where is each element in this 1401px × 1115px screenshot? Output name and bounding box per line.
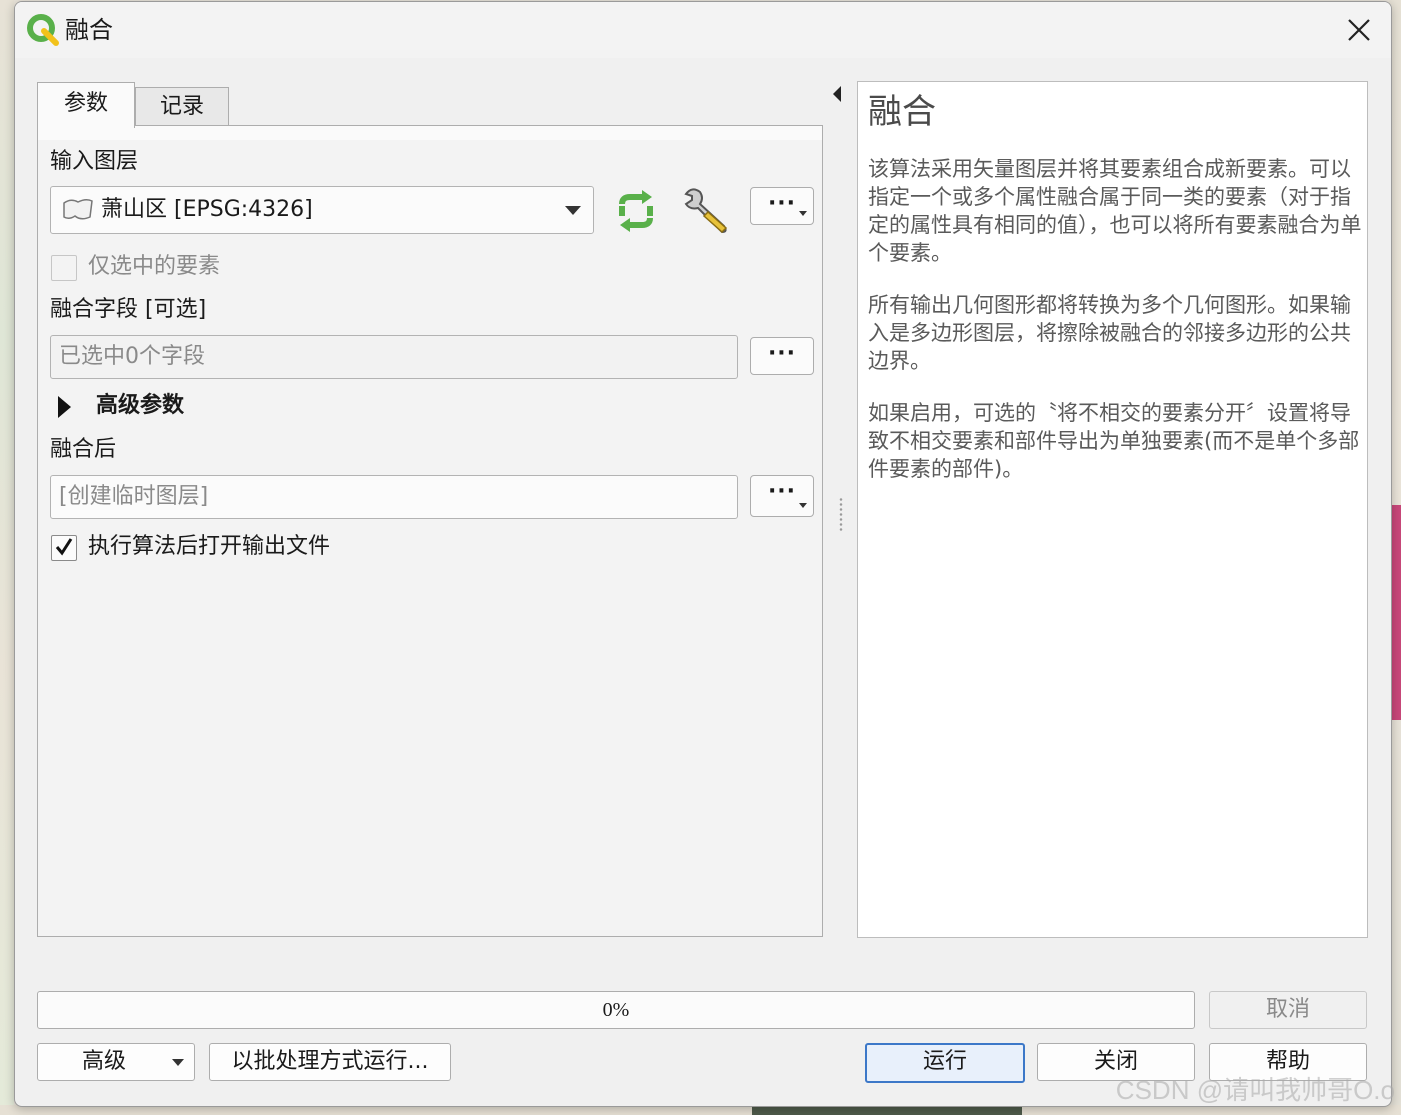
wrench-icon[interactable] <box>680 186 734 236</box>
open-output-checkbox[interactable] <box>51 535 77 561</box>
output-label: 融合后 <box>50 437 117 462</box>
csdn-watermark: CSDN @请叫我帅哥O.o <box>1115 1075 1395 1105</box>
chevron-down-icon <box>799 211 807 216</box>
tab-log[interactable]: 记录 <box>135 87 229 126</box>
advanced-parameters-toggle[interactable]: 高级参数 <box>96 391 184 421</box>
batch-process-button[interactable]: 以批处理方式运行... <box>209 1043 451 1081</box>
close-icon[interactable] <box>1341 12 1377 48</box>
splitter-handle[interactable] <box>839 497 843 531</box>
title-bar: 融合 <box>15 2 1391 58</box>
collapse-help-arrow-icon[interactable] <box>833 86 841 102</box>
advanced-menu-button[interactable]: 高级 <box>37 1043 195 1081</box>
help-paragraph: 该算法采用矢量图层并将其要素组合成新要素。可以指定一个或多个属性融合属于同一类的… <box>868 157 1362 265</box>
output-file-input[interactable]: [创建临时图层] <box>50 475 738 519</box>
dissolve-field-label: 融合字段 [可选] <box>50 297 207 322</box>
input-layer-options-button[interactable]: ··· <box>750 187 814 225</box>
input-layer-label: 输入图层 <box>50 149 139 174</box>
help-title: 融合 <box>868 92 936 132</box>
open-output-label: 执行算法后打开输出文件 <box>88 534 331 559</box>
input-layer-combobox[interactable]: 萧山区 [EPSG:4326] <box>50 186 594 234</box>
selected-features-only-checkbox[interactable] <box>51 255 77 281</box>
window-title: 融合 <box>65 16 113 44</box>
chevron-down-icon <box>799 503 807 508</box>
panel-top-band <box>38 126 822 140</box>
parameters-panel: 输入图层 萧山区 [EPSG:4326] ··· 仅选中的要素 融合字段 [可选… <box>37 125 823 937</box>
output-options-button[interactable]: ··· <box>750 475 814 517</box>
chevron-down-icon <box>172 1059 184 1066</box>
progress-text: 0% <box>602 999 630 1021</box>
qgis-logo-icon <box>27 14 59 46</box>
checkmark-icon <box>55 538 73 556</box>
tab-parameters[interactable]: 参数 <box>37 82 135 128</box>
polygon-layer-icon <box>63 198 93 220</box>
ellipsis-icon: ··· <box>767 341 797 366</box>
help-paragraph: 所有输出几何图形都将转换为多个几何图形。如果输入是多边形图层，将擦除被融合的邻接… <box>868 293 1351 373</box>
cancel-button[interactable]: 取消 <box>1209 991 1367 1029</box>
output-placeholder: [创建临时图层] <box>59 484 209 509</box>
run-button[interactable]: 运行 <box>865 1043 1025 1083</box>
advanced-menu-label: 高级 <box>81 1049 126 1074</box>
help-panel: 融合 该算法采用矢量图层并将其要素组合成新要素。可以指定一个或多个属性融合属于同… <box>857 81 1368 938</box>
dissolve-field-input[interactable]: 已选中0个字段 <box>50 335 738 379</box>
chevron-down-icon <box>565 206 581 215</box>
map-canvas-left-edge <box>0 0 14 1115</box>
dissolve-dialog: 融合 参数 记录 输入图层 萧山区 [EPSG:4326] ··· 仅选中的要素… <box>14 1 1392 1107</box>
iterate-refresh-icon[interactable] <box>612 190 660 232</box>
expand-triangle-icon[interactable] <box>58 396 71 418</box>
dissolve-field-placeholder: 已选中0个字段 <box>59 344 205 369</box>
progress-bar: 0% <box>37 991 1195 1029</box>
dissolve-field-select-button[interactable]: ··· <box>750 337 814 375</box>
help-paragraph: 如果启用，可选的〝将不相交的要素分开〞设置将导致不相交要素和部件导出为单独要素(… <box>868 401 1360 481</box>
selected-features-only-label: 仅选中的要素 <box>88 254 221 279</box>
input-layer-value: 萧山区 [EPSG:4326] <box>101 197 313 222</box>
